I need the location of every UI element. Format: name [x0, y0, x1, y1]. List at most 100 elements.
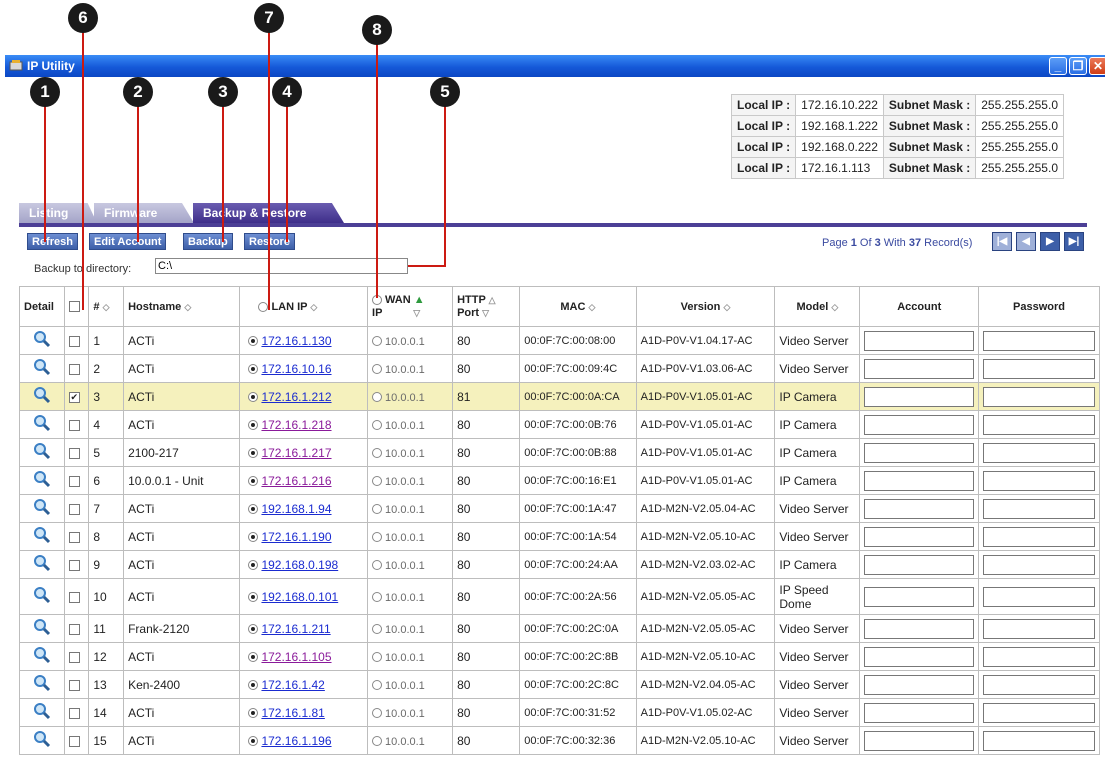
select-cell[interactable] — [63, 522, 90, 551]
row-lan-ip[interactable]: 172.16.1.218 — [239, 410, 369, 439]
lan-ip-radio[interactable] — [248, 532, 259, 543]
row-lan-ip[interactable]: 192.168.0.198 — [239, 550, 369, 579]
detail-cell[interactable] — [19, 438, 65, 467]
row-lan-ip[interactable]: 172.16.1.190 — [239, 522, 369, 551]
select-cell[interactable] — [63, 466, 90, 495]
table-row[interactable]: 13 Ken-2400 172.16.1.42 10.0.0.1 80 00:0F:7C:… — [19, 670, 1100, 699]
lan-ip-link[interactable]: 172.16.1.216 — [261, 474, 331, 488]
magnifier-icon[interactable] — [33, 555, 51, 575]
lan-ip-link[interactable]: 172.16.10.16 — [261, 362, 331, 376]
account-input[interactable] — [864, 646, 975, 667]
detail-cell[interactable] — [19, 494, 65, 523]
window-titlebar[interactable]: IP Utility _ ❐ ✕ — [5, 55, 1105, 77]
lan-ip-link[interactable]: 172.16.1.196 — [261, 734, 331, 748]
row-checkbox[interactable]: ✔ — [68, 391, 80, 403]
lan-ip-link[interactable]: 172.16.1.212 — [261, 390, 331, 404]
col-number[interactable]: # ◇ — [88, 286, 125, 327]
row-account[interactable] — [859, 550, 980, 579]
lan-ip-link[interactable]: 172.16.1.211 — [261, 622, 330, 636]
col-mac[interactable]: MAC ◇ — [519, 286, 637, 327]
wan-ip-radio[interactable] — [372, 652, 383, 663]
table-row[interactable]: 8 ACTi 172.16.1.190 10.0.0.1 80 00:0F:7C:00:1… — [19, 522, 1100, 551]
magnifier-icon[interactable] — [33, 647, 51, 667]
row-account[interactable] — [859, 438, 980, 467]
detail-cell[interactable] — [19, 550, 65, 579]
password-input[interactable] — [983, 414, 1095, 435]
close-icon[interactable]: ✕ — [1089, 57, 1105, 75]
row-lan-ip[interactable]: 172.16.1.81 — [239, 698, 369, 727]
lan-ip-link[interactable]: 192.168.0.198 — [261, 558, 338, 572]
table-row[interactable]: 10 ACTi 192.168.0.101 10.0.0.1 80 00:0F:7C:00… — [19, 578, 1100, 615]
row-checkbox[interactable] — [68, 679, 80, 691]
account-input[interactable] — [864, 526, 975, 547]
backup-directory-input[interactable] — [155, 258, 408, 274]
row-password[interactable] — [978, 382, 1100, 411]
account-input[interactable] — [864, 554, 975, 575]
wan-ip-radio[interactable] — [372, 708, 383, 719]
next-page-icon[interactable]: ▶ — [1040, 232, 1060, 251]
row-checkbox[interactable] — [68, 363, 80, 375]
row-wan-ip[interactable]: 10.0.0.1 — [367, 522, 454, 551]
sort-icon[interactable]: ▽ — [482, 308, 489, 318]
magnifier-icon[interactable] — [33, 443, 51, 463]
magnifier-icon[interactable] — [33, 675, 51, 695]
lan-ip-link[interactable]: 172.16.1.217 — [261, 446, 331, 460]
lan-ip-radio[interactable] — [248, 680, 259, 691]
row-lan-ip[interactable]: 172.16.1.196 — [239, 726, 369, 755]
magnifier-icon[interactable] — [33, 359, 51, 379]
password-input[interactable] — [983, 526, 1095, 547]
row-account[interactable] — [859, 726, 980, 755]
select-cell[interactable] — [63, 438, 90, 467]
magnifier-icon[interactable] — [33, 387, 51, 407]
account-input[interactable] — [864, 358, 975, 379]
wan-ip-radio[interactable] — [372, 560, 383, 571]
row-wan-ip[interactable]: 10.0.0.1 — [367, 382, 454, 411]
select-cell[interactable] — [63, 494, 90, 523]
detail-cell[interactable] — [19, 578, 65, 615]
password-input[interactable] — [983, 330, 1095, 351]
select-all-checkbox[interactable] — [68, 301, 80, 313]
row-password[interactable] — [978, 698, 1100, 727]
magnifier-icon[interactable] — [33, 731, 51, 751]
row-lan-ip[interactable]: 172.16.1.130 — [239, 326, 369, 355]
row-lan-ip[interactable]: 172.16.1.217 — [239, 438, 369, 467]
password-input[interactable] — [983, 442, 1095, 463]
lan-ip-radio[interactable] — [248, 448, 259, 459]
row-checkbox[interactable] — [68, 559, 80, 571]
row-password[interactable] — [978, 726, 1100, 755]
minimize-icon[interactable]: _ — [1049, 57, 1067, 75]
edit-account-button[interactable]: Edit Account — [89, 233, 167, 250]
select-cell[interactable] — [63, 670, 90, 699]
row-password[interactable] — [978, 466, 1100, 495]
select-cell[interactable] — [63, 550, 90, 579]
row-lan-ip[interactable]: 172.16.1.105 — [239, 642, 369, 671]
restore-icon[interactable]: ❐ — [1069, 57, 1087, 75]
detail-cell[interactable] — [19, 326, 65, 355]
wan-ip-radio[interactable] — [372, 680, 383, 691]
magnifier-icon[interactable] — [33, 703, 51, 723]
sort-icon[interactable]: ◇ — [589, 302, 596, 312]
row-password[interactable] — [978, 614, 1100, 643]
lan-ip-radio[interactable] — [248, 624, 259, 635]
lan-ip-radio[interactable] — [248, 420, 259, 431]
first-page-icon[interactable]: |◀ — [992, 232, 1012, 251]
row-password[interactable] — [978, 438, 1100, 467]
lan-ip-radio[interactable] — [248, 364, 259, 375]
wan-ip-radio[interactable] — [372, 420, 383, 431]
wan-ip-radio[interactable] — [372, 504, 383, 515]
row-checkbox[interactable] — [68, 735, 80, 747]
magnifier-icon[interactable] — [33, 527, 51, 547]
account-input[interactable] — [864, 674, 975, 695]
detail-cell[interactable] — [19, 466, 65, 495]
row-lan-ip[interactable]: 172.16.10.16 — [239, 354, 369, 383]
detail-cell[interactable] — [19, 522, 65, 551]
row-wan-ip[interactable]: 10.0.0.1 — [367, 550, 454, 579]
row-password[interactable] — [978, 578, 1100, 615]
password-input[interactable] — [983, 702, 1095, 723]
account-input[interactable] — [864, 470, 975, 491]
row-wan-ip[interactable]: 10.0.0.1 — [367, 578, 454, 615]
account-input[interactable] — [864, 386, 975, 407]
row-wan-ip[interactable]: 10.0.0.1 — [367, 410, 454, 439]
select-cell[interactable] — [63, 578, 90, 615]
row-account[interactable] — [859, 522, 980, 551]
